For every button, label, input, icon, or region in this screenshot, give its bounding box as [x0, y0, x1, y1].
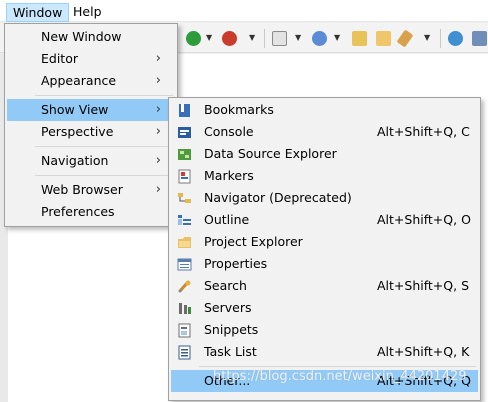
- show-view-menu: Bookmarks Console Alt+Shift+Q, C Data So…: [168, 97, 481, 401]
- search-icon: [178, 280, 191, 293]
- project-explorer-icon: [178, 237, 191, 248]
- pin-icon[interactable]: [396, 29, 414, 48]
- chevron-right-icon: ›: [155, 153, 161, 168]
- pin-dropdown-icon[interactable]: ▼: [424, 34, 430, 42]
- run-icon[interactable]: [186, 31, 201, 46]
- show-view-item-label: Markers: [204, 168, 254, 183]
- show-view-item-shortcut: Alt+Shift+Q, K: [377, 344, 470, 359]
- menu-item-new-window[interactable]: New Window: [7, 26, 175, 48]
- window-menu: New Window Editor › Appearance › Show Vi…: [4, 23, 178, 227]
- menu-separator: [35, 95, 173, 96]
- show-view-item-label: Servers: [204, 300, 252, 315]
- menu-item-navigation[interactable]: Navigation ›: [7, 150, 175, 172]
- show-view-item-task-list[interactable]: Task List Alt+Shift+Q, K: [171, 341, 478, 363]
- show-view-item-bookmarks[interactable]: Bookmarks: [171, 99, 478, 121]
- menu-help[interactable]: Help: [67, 3, 108, 22]
- show-view-item-label: Snippets: [204, 322, 259, 337]
- snippets-icon: [178, 323, 191, 338]
- show-view-item-project-explorer[interactable]: Project Explorer: [171, 231, 478, 253]
- show-view-item-label: Other...: [204, 373, 251, 388]
- chevron-right-icon: ›: [155, 182, 161, 197]
- chevron-right-icon: ›: [155, 73, 161, 88]
- menu-item-appearance[interactable]: Appearance ›: [7, 70, 175, 92]
- menu-item-label: Navigation: [41, 153, 109, 168]
- show-view-item-shortcut: Alt+Shift+Q, S: [377, 278, 470, 293]
- outline-icon: [178, 215, 191, 225]
- show-view-item-snippets[interactable]: Snippets: [171, 319, 478, 341]
- show-view-item-label: Navigator (Deprecated): [204, 190, 352, 205]
- bookmarks-icon: [179, 104, 190, 117]
- console-icon: [178, 127, 191, 138]
- debug-icon[interactable]: [222, 31, 237, 46]
- menu-item-label: Web Browser: [41, 182, 123, 197]
- menu-item-label: Show View: [41, 102, 109, 117]
- new-wizard-icon[interactable]: [272, 31, 287, 46]
- menu-separator: [35, 146, 173, 147]
- show-view-item-shortcut: Alt+Shift+Q, O: [377, 212, 471, 227]
- show-view-item-label: Console: [204, 124, 254, 139]
- show-view-item-label: Properties: [204, 256, 268, 271]
- menu-item-label: New Window: [41, 29, 122, 44]
- open-type-icon[interactable]: [352, 31, 367, 46]
- show-view-item-shortcut: Alt+Shift+Q, Q: [377, 373, 471, 388]
- show-view-item-label: Project Explorer: [204, 234, 303, 249]
- markers-icon: [178, 169, 191, 184]
- chevron-right-icon: ›: [155, 51, 161, 66]
- run-dropdown-icon[interactable]: ▼: [206, 34, 212, 42]
- debug-dropdown-icon[interactable]: ▼: [249, 34, 255, 42]
- data-source-explorer-icon: [178, 149, 191, 160]
- show-view-item-label: Search: [204, 278, 247, 293]
- show-view-item-properties[interactable]: Properties: [171, 253, 478, 275]
- show-view-item-console[interactable]: Console Alt+Shift+Q, C: [171, 121, 478, 143]
- menu-item-label: Editor: [41, 51, 78, 66]
- new-class-dropdown-icon[interactable]: ▼: [334, 34, 340, 42]
- menu-item-web-browser[interactable]: Web Browser ›: [7, 179, 175, 201]
- chevron-right-icon: ›: [155, 102, 161, 117]
- menu-item-label: Appearance: [41, 73, 117, 88]
- toolbar-separator: [264, 29, 265, 48]
- menu-item-perspective[interactable]: Perspective ›: [7, 121, 175, 143]
- menu-item-editor[interactable]: Editor ›: [7, 48, 175, 70]
- menu-item-label: Preferences: [41, 204, 115, 219]
- menu-item-label: Perspective: [41, 124, 114, 139]
- show-view-item-search[interactable]: Search Alt+Shift+Q, S: [171, 275, 478, 297]
- show-view-item-servers[interactable]: Servers: [171, 297, 478, 319]
- perspective-icon[interactable]: [472, 31, 487, 46]
- show-view-item-label: Outline: [204, 212, 250, 227]
- show-view-item-shortcut: Alt+Shift+Q, C: [377, 124, 470, 139]
- menu-bar: Window Help: [0, 0, 488, 22]
- show-view-item-navigator[interactable]: Navigator (Deprecated): [171, 187, 478, 209]
- menu-item-show-view[interactable]: Show View ›: [7, 99, 175, 121]
- globe-icon[interactable]: [448, 31, 463, 46]
- menu-item-preferences[interactable]: Preferences: [7, 201, 175, 223]
- toolbar-separator: [440, 29, 441, 48]
- new-class-icon[interactable]: [312, 31, 327, 46]
- show-view-item-label: Bookmarks: [204, 102, 274, 117]
- show-view-item-label: Task List: [204, 344, 257, 359]
- menu-window[interactable]: Window: [6, 3, 70, 22]
- show-view-item-markers[interactable]: Markers: [171, 165, 478, 187]
- properties-icon: [177, 258, 192, 271]
- chevron-right-icon: ›: [155, 124, 161, 139]
- show-view-item-label: Data Source Explorer: [204, 146, 337, 161]
- navigator-icon: [178, 193, 191, 203]
- show-view-item-other[interactable]: Other... Alt+Shift+Q, Q: [171, 370, 478, 392]
- menu-separator: [35, 175, 173, 176]
- menu-separator: [199, 366, 476, 367]
- show-view-item-outline[interactable]: Outline Alt+Shift+Q, O: [171, 209, 478, 231]
- new-wizard-dropdown-icon[interactable]: ▼: [295, 34, 301, 42]
- show-view-item-data-source-explorer[interactable]: Data Source Explorer: [171, 143, 478, 165]
- servers-icon: [179, 303, 191, 314]
- task-list-icon: [178, 345, 191, 360]
- open-folder-icon[interactable]: [376, 31, 391, 46]
